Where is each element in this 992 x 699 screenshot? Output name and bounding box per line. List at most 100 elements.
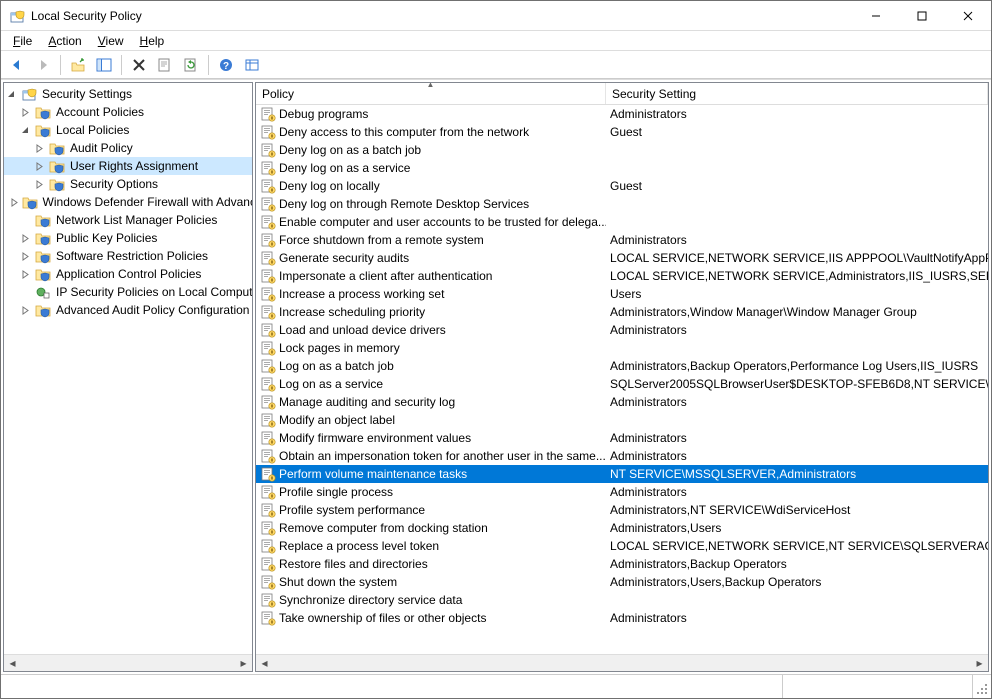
folder-icon [49, 140, 65, 156]
menu-action[interactable]: Action [40, 32, 89, 50]
help-button[interactable]: ? [214, 53, 238, 77]
back-button[interactable] [5, 53, 29, 77]
policy-row[interactable]: Log on as a batch jobAdministrators,Back… [256, 357, 988, 375]
export-list-button[interactable] [240, 53, 264, 77]
policy-row[interactable]: Replace a process level tokenLOCAL SERVI… [256, 537, 988, 555]
tree-hscroll[interactable]: ◂ ▸ [4, 654, 252, 671]
tree-item[interactable]: IP Security Policies on Local Computer [4, 283, 253, 301]
security-setting-cell: Administrators,Backup Operators,Performa… [606, 359, 988, 373]
delete-button[interactable] [127, 53, 151, 77]
tree-item[interactable]: Account Policies [4, 103, 253, 121]
security-setting-cell: Guest [606, 125, 988, 139]
tree-item[interactable]: User Rights Assignment [4, 157, 253, 175]
policy-row[interactable]: Force shutdown from a remote systemAdmin… [256, 231, 988, 249]
policy-row[interactable]: Increase a process working setUsers [256, 285, 988, 303]
scroll-right-icon[interactable]: ▸ [235, 655, 252, 672]
scroll-left-icon[interactable]: ◂ [4, 655, 21, 672]
policy-row[interactable]: Take ownership of files or other objects… [256, 609, 988, 627]
menu-help[interactable]: Help [132, 32, 173, 50]
policy-row[interactable]: Remove computer from docking stationAdmi… [256, 519, 988, 537]
policy-item-icon [260, 304, 276, 320]
forward-button[interactable] [31, 53, 55, 77]
expander-closed-icon[interactable] [10, 195, 19, 209]
policy-name: Shut down the system [279, 575, 397, 589]
expander-open-icon[interactable] [18, 123, 32, 137]
scroll-left-icon[interactable]: ◂ [256, 655, 273, 672]
expander-closed-icon[interactable] [32, 141, 46, 155]
policy-row[interactable]: Lock pages in memory [256, 339, 988, 357]
list-hscroll[interactable]: ◂ ▸ [256, 654, 988, 671]
up-button[interactable] [66, 53, 90, 77]
minimize-button[interactable] [853, 1, 899, 31]
policy-cell: Load and unload device drivers [256, 322, 606, 338]
policy-row[interactable]: Shut down the systemAdministrators,Users… [256, 573, 988, 591]
policy-row[interactable]: Debug programsAdministrators [256, 105, 988, 123]
tree-item[interactable]: Windows Defender Firewall with Advanced … [4, 193, 253, 211]
tree-item[interactable]: Application Control Policies [4, 265, 253, 283]
policy-row[interactable]: Manage auditing and security logAdminist… [256, 393, 988, 411]
refresh-button[interactable] [179, 53, 203, 77]
policy-row[interactable]: Impersonate a client after authenticatio… [256, 267, 988, 285]
policy-row[interactable]: Deny log on as a service [256, 159, 988, 177]
policy-cell: Remove computer from docking station [256, 520, 606, 536]
show-hide-tree-button[interactable] [92, 53, 116, 77]
policy-row[interactable]: Deny log on through Remote Desktop Servi… [256, 195, 988, 213]
expander-open-icon[interactable] [4, 87, 18, 101]
tree-item[interactable]: Security Settings [4, 85, 253, 103]
close-button[interactable] [945, 1, 991, 31]
expander-closed-icon[interactable] [32, 177, 46, 191]
expander-closed-icon[interactable] [18, 105, 32, 119]
policy-cell: Profile system performance [256, 502, 606, 518]
tree-pane[interactable]: Security SettingsAccount PoliciesLocal P… [3, 82, 253, 672]
tree-item[interactable]: Security Options [4, 175, 253, 193]
policy-cell: Replace a process level token [256, 538, 606, 554]
scroll-right-icon[interactable]: ▸ [971, 655, 988, 672]
policy-row[interactable]: Modify an object label [256, 411, 988, 429]
expander-closed-icon[interactable] [32, 159, 46, 173]
column-header-setting[interactable]: Security Setting [606, 83, 988, 104]
column-header-policy[interactable]: Policy ▲ [256, 83, 606, 104]
tree-item[interactable]: Local Policies [4, 121, 253, 139]
policy-row[interactable]: Deny log on as a batch job [256, 141, 988, 159]
expander-closed-icon[interactable] [18, 231, 32, 245]
folder-icon [35, 266, 51, 282]
tree-item[interactable]: Public Key Policies [4, 229, 253, 247]
list-pane: Policy ▲ Security Setting Debug programs… [255, 82, 989, 672]
policy-name: Impersonate a client after authenticatio… [279, 269, 492, 283]
policy-row[interactable]: Perform volume maintenance tasksNT SERVI… [256, 465, 988, 483]
policy-row[interactable]: Synchronize directory service data [256, 591, 988, 609]
policy-row[interactable]: Generate security auditsLOCAL SERVICE,NE… [256, 249, 988, 267]
menu-view[interactable]: View [90, 32, 132, 50]
status-segment [1, 675, 783, 698]
policy-row[interactable]: Restore files and directoriesAdministrat… [256, 555, 988, 573]
tree-item[interactable]: Software Restriction Policies [4, 247, 253, 265]
expander-closed-icon[interactable] [18, 249, 32, 263]
tree-item-label: Software Restriction Policies [54, 249, 210, 263]
resize-grip-icon[interactable] [973, 675, 991, 698]
policy-row[interactable]: Deny log on locallyGuest [256, 177, 988, 195]
policy-item-icon [260, 376, 276, 392]
expander-closed-icon[interactable] [18, 303, 32, 317]
policy-row[interactable]: Modify firmware environment valuesAdmini… [256, 429, 988, 447]
policy-cell: Restore files and directories [256, 556, 606, 572]
policy-item-icon [260, 124, 276, 140]
properties-button[interactable] [153, 53, 177, 77]
policy-row[interactable]: Log on as a serviceSQLServer2005SQLBrows… [256, 375, 988, 393]
policy-row[interactable]: Obtain an impersonation token for anothe… [256, 447, 988, 465]
policy-row[interactable]: Deny access to this computer from the ne… [256, 123, 988, 141]
policy-name: Force shutdown from a remote system [279, 233, 484, 247]
policy-row[interactable]: Profile single processAdministrators [256, 483, 988, 501]
policy-name: Deny log on as a batch job [279, 143, 421, 157]
list-body[interactable]: Debug programsAdministratorsDeny access … [256, 105, 988, 654]
policy-row[interactable]: Load and unload device driversAdministra… [256, 321, 988, 339]
policy-row[interactable]: Profile system performanceAdministrators… [256, 501, 988, 519]
menu-file[interactable]: File [5, 32, 40, 50]
maximize-button[interactable] [899, 1, 945, 31]
policy-cell: Modify an object label [256, 412, 606, 428]
tree-item[interactable]: Network List Manager Policies [4, 211, 253, 229]
expander-closed-icon[interactable] [18, 267, 32, 281]
policy-row[interactable]: Increase scheduling priorityAdministrato… [256, 303, 988, 321]
tree-item[interactable]: Audit Policy [4, 139, 253, 157]
tree-item[interactable]: Advanced Audit Policy Configuration [4, 301, 253, 319]
policy-row[interactable]: Enable computer and user accounts to be … [256, 213, 988, 231]
